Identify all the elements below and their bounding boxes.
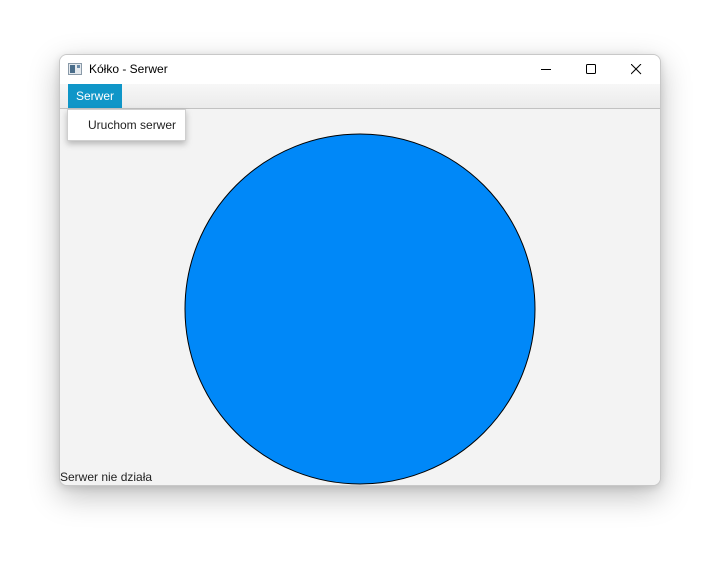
window-title: Kółko - Serwer (89, 62, 168, 76)
serwer-dropdown-menu: Uruchom serwer (67, 109, 186, 141)
blue-circle[interactable] (184, 133, 536, 485)
maximize-button[interactable] (569, 55, 614, 84)
circle-canvas (184, 133, 536, 485)
app-icon (68, 63, 82, 75)
close-button[interactable] (614, 55, 659, 84)
close-icon (631, 64, 642, 75)
title-bar[interactable]: Kółko - Serwer (60, 55, 660, 84)
minimize-icon (541, 69, 551, 70)
minimize-button[interactable] (524, 55, 569, 84)
menu-bar: Serwer (60, 84, 660, 109)
menu-item-uruchom-serwer[interactable]: Uruchom serwer (68, 110, 185, 140)
drawing-area[interactable] (60, 109, 660, 485)
maximize-icon (586, 64, 596, 74)
menu-serwer[interactable]: Serwer (68, 84, 123, 108)
status-label: Serwer nie działa (60, 470, 153, 484)
